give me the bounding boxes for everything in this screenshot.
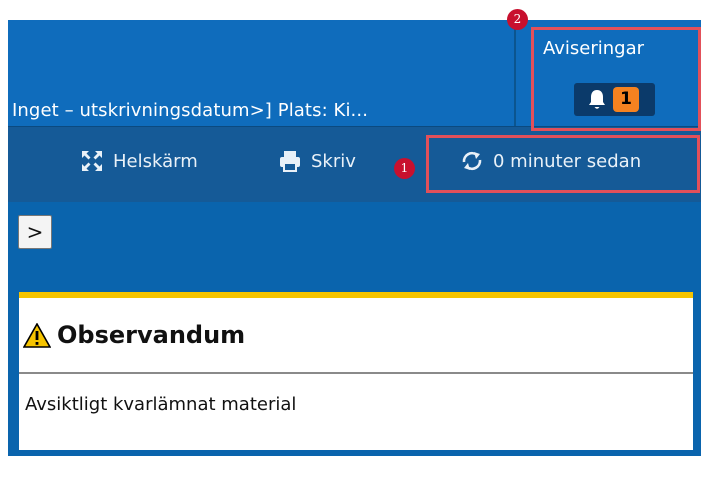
expand-panel-button[interactable]: > xyxy=(18,215,52,249)
panel-header: Observandum xyxy=(19,298,693,374)
observandum-item: Avsiktligt kvarlämnat material xyxy=(25,394,297,415)
observandum-panel: Observandum Avsiktligt kvarlämnat materi… xyxy=(19,292,693,450)
printer-icon xyxy=(280,151,300,172)
patient-info-title: Inget – utskrivningsdatum>] Plats: Ki... xyxy=(12,100,369,121)
panel-title: Observandum xyxy=(57,321,246,349)
print-label: Skriv xyxy=(311,150,356,172)
annotation-box-2 xyxy=(531,27,701,131)
fullscreen-label: Helskärm xyxy=(113,150,198,172)
fullscreen-button[interactable]: Helskärm xyxy=(80,149,198,173)
warning-icon xyxy=(23,322,51,348)
annotation-marker-1: 1 xyxy=(394,158,415,179)
print-button[interactable]: Skriv xyxy=(278,149,356,173)
annotation-box-1 xyxy=(426,135,700,193)
fullscreen-icon xyxy=(82,151,102,171)
header-divider xyxy=(514,20,516,126)
annotation-marker-2: 2 xyxy=(507,9,528,30)
